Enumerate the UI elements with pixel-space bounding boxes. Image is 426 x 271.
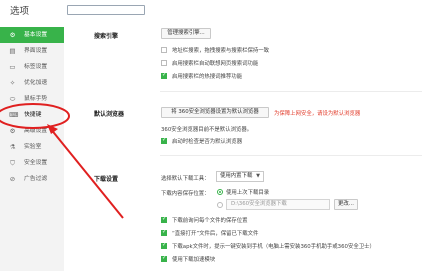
sidebar-item-basic-settings[interactable]: ⚙ 基本设置 — [0, 27, 64, 43]
last-directory-label: 使用上次下载目录 — [226, 190, 270, 196]
sidebar-item-label: 广告过滤 — [24, 176, 48, 182]
default-browser-status: 360安全浏览器目前不是默认浏览器。 — [161, 127, 253, 133]
download-tool-select[interactable]: 使用内置下载 ▼ — [216, 171, 264, 182]
page-title: 选项 — [10, 6, 30, 17]
sidebar-item-label: 优化加速 — [24, 80, 48, 86]
filter-icon: ⊘ — [9, 175, 16, 183]
options-window: 选项 ⚙ 基本设置 ▤ 界面设置 ▭ 标签设置 ✧ 优化加速 ⬭ 鼠标手势 ⌨ … — [0, 0, 426, 271]
download-path-field[interactable]: D:\360安全浏览器下载 — [226, 199, 330, 210]
sidebar-item-label: 实验室 — [24, 144, 42, 150]
sidebar-item-label: 标签设置 — [24, 64, 48, 70]
default-browser-warning: 为保障上网安全，请设为默认浏览器 — [274, 111, 361, 117]
custom-directory-radio[interactable] — [217, 202, 223, 208]
keyboard-icon: ⌨ — [9, 111, 19, 119]
download-settings-title: 下载设置 — [94, 176, 119, 183]
gear-icon: ⚙ — [9, 31, 16, 39]
hot-words-checkbox[interactable] — [161, 72, 167, 79]
sidebar: ⚙ 基本设置 ▤ 界面设置 ▭ 标签设置 ✧ 优化加速 ⬭ 鼠标手势 ⌨ 快捷键… — [0, 27, 64, 271]
rocket-icon: ✧ — [9, 79, 16, 87]
sidebar-item-lab[interactable]: ⚗ 实验室 — [0, 139, 64, 155]
check-default-on-start-label: 启动时检查是否为默认浏览器 — [172, 139, 243, 145]
search-suggest-label: 启用搜索栏自动联想网页搜索词功能 — [172, 61, 259, 67]
download-accelerate-label: 使用下载加速模块 — [172, 257, 216, 263]
tab-icon: ▭ — [9, 63, 16, 71]
sidebar-item-label: 界面设置 — [24, 48, 48, 54]
download-tool-value: 使用内置下载 — [220, 173, 253, 179]
default-browser-title: 默认浏览器 — [94, 111, 125, 118]
sidebar-item-advanced-settings[interactable]: ⚙ 高级设置 — [0, 123, 64, 139]
sidebar-item-label: 快捷键 — [24, 112, 42, 118]
header: 选项 — [0, 0, 426, 21]
keep-opened-file-label: “直接打开”文件后，保留已下载文件 — [172, 231, 259, 237]
divider — [160, 91, 422, 92]
check-default-on-start-checkbox[interactable] — [161, 137, 167, 144]
keep-opened-file-checkbox[interactable] — [161, 229, 167, 236]
sidebar-item-optimize-accelerate[interactable]: ✧ 优化加速 — [0, 75, 64, 91]
last-directory-radio[interactable] — [217, 189, 223, 195]
sidebar-item-shortcuts[interactable]: ⌨ 快捷键 — [0, 107, 64, 123]
manage-search-engines-button[interactable]: 管理搜索引擎... — [161, 28, 211, 39]
search-sync-label: 地址栏搜索，拖拽搜索与搜索栏保持一致 — [172, 48, 270, 54]
flask-icon: ⚗ — [9, 143, 16, 151]
search-engine-title: 搜索引擎 — [94, 33, 119, 40]
search-sync-checkbox[interactable] — [161, 47, 167, 53]
sidebar-item-mouse-gestures[interactable]: ⬭ 鼠标手势 — [0, 91, 64, 107]
hot-words-label: 启用搜索栏的热搜词推荐功能 — [172, 74, 243, 80]
layout-icon: ▤ — [9, 47, 16, 55]
ask-save-location-label: 下载前询问每个文件的保存位置 — [172, 218, 248, 224]
sidebar-item-ad-filter[interactable]: ⊘ 广告过滤 — [0, 171, 64, 187]
set-default-browser-button[interactable]: 将 360安全浏览器设置为默认浏览器 — [161, 107, 269, 118]
apk-install-prompt-label: 下载apk文件时，提示一键安装到手机（电脑上需安装360手机助手或360安全卫士… — [172, 244, 375, 250]
sidebar-item-label: 鼠标手势 — [24, 96, 48, 102]
sidebar-item-tab-settings[interactable]: ▭ 标签设置 — [0, 59, 64, 75]
sidebar-item-security-settings[interactable]: ⛉ 安全设置 — [0, 155, 64, 171]
download-tool-label: 选择默认下载工具： — [161, 176, 210, 182]
divider — [160, 155, 422, 156]
ask-save-location-checkbox[interactable] — [161, 216, 167, 223]
download-accelerate-checkbox[interactable] — [161, 255, 167, 262]
settings-icon: ⚙ — [9, 127, 16, 135]
sidebar-item-label: 安全设置 — [24, 160, 48, 166]
apk-install-prompt-checkbox[interactable] — [161, 242, 167, 249]
download-location-label: 下载内容保存位置： — [161, 191, 210, 197]
main-content: 搜索引擎 管理搜索引擎... 地址栏搜索，拖拽搜索与搜索栏保持一致 启用搜索栏自… — [64, 21, 426, 271]
search-suggest-checkbox[interactable] — [161, 60, 167, 66]
change-path-button[interactable]: 更改... — [334, 199, 358, 210]
search-input[interactable] — [67, 5, 145, 15]
sidebar-item-interface-settings[interactable]: ▤ 界面设置 — [0, 43, 64, 59]
shield-icon: ⛉ — [10, 159, 15, 167]
sidebar-item-label: 基本设置 — [24, 32, 48, 38]
sidebar-item-label: 高级设置 — [24, 128, 48, 134]
mouse-icon: ⬭ — [9, 95, 16, 103]
chevron-down-icon: ▼ — [256, 173, 260, 179]
